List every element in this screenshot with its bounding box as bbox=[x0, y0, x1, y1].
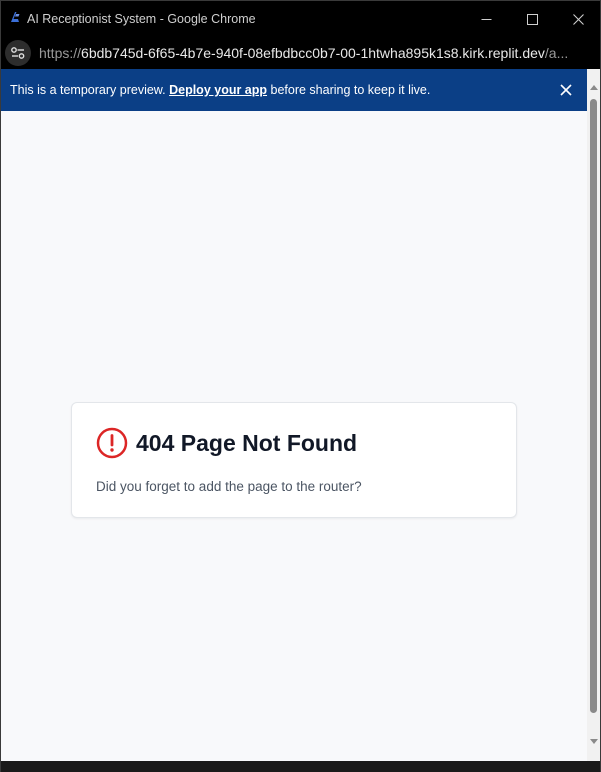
error-message: Did you forget to add the page to the ro… bbox=[96, 479, 362, 494]
banner-message: This is a temporary preview. Deploy your… bbox=[10, 83, 430, 97]
page-viewport: 404 Page Not Found Did you forget to add… bbox=[1, 111, 587, 761]
browser-window: AI Receptionist System - Google Chrome h… bbox=[0, 0, 601, 772]
maximize-icon bbox=[526, 13, 538, 25]
url-scheme: https:// bbox=[39, 45, 82, 61]
url-text[interactable]: https://6bdb745d-6f65-4b7e-940f-08efbdbc… bbox=[39, 45, 568, 61]
scroll-down-arrow-icon[interactable] bbox=[590, 739, 598, 744]
minimize-icon bbox=[481, 18, 491, 20]
page-title: 404 Page Not Found bbox=[136, 430, 358, 456]
not-found-card: 404 Page Not Found Did you forget to add… bbox=[71, 402, 517, 518]
deploy-app-link[interactable]: Deploy your app bbox=[169, 83, 267, 97]
title-bar: AI Receptionist System - Google Chrome bbox=[1, 1, 600, 37]
alert-circle-icon bbox=[96, 427, 128, 459]
scroll-thumb[interactable] bbox=[590, 99, 597, 713]
window-close-button[interactable] bbox=[555, 1, 601, 37]
vertical-scrollbar[interactable] bbox=[587, 69, 600, 761]
preview-banner: This is a temporary preview. Deploy your… bbox=[1, 69, 587, 111]
close-icon bbox=[572, 13, 584, 25]
replit-app-icon bbox=[11, 12, 20, 22]
tune-icon bbox=[11, 47, 25, 59]
minimize-button[interactable] bbox=[463, 1, 509, 37]
window-title: AI Receptionist System - Google Chrome bbox=[27, 12, 256, 26]
site-info-button[interactable] bbox=[5, 40, 31, 66]
url-path: /a... bbox=[544, 45, 569, 61]
window-bottom-edge bbox=[1, 761, 600, 772]
url-host: 6bdb745d-6f65-4b7e-940f-08efbdbcc0b7-00-… bbox=[81, 45, 545, 61]
banner-text-after: before sharing to keep it live. bbox=[267, 83, 431, 97]
address-bar[interactable]: https://6bdb745d-6f65-4b7e-940f-08efbdbc… bbox=[1, 37, 600, 69]
banner-text-before: This is a temporary preview. bbox=[10, 83, 170, 97]
close-icon[interactable] bbox=[557, 81, 575, 99]
scroll-up-arrow-icon[interactable] bbox=[590, 85, 598, 90]
maximize-button[interactable] bbox=[509, 1, 555, 37]
